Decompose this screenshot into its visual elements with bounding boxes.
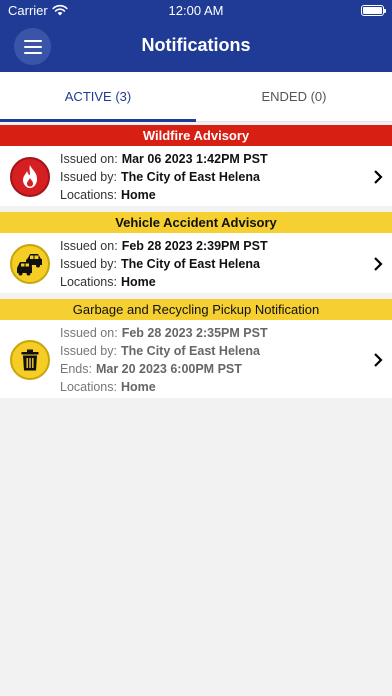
locations-label: Locations:: [60, 275, 117, 289]
car-accident-icon: [10, 244, 50, 284]
tab-active[interactable]: ACTIVE (3): [0, 72, 196, 122]
tab-bar: ACTIVE (3) ENDED (0): [0, 72, 392, 122]
locations-value: Home: [120, 188, 156, 202]
notification-details: Issued on: Feb 28 2023 2:39PM PST Issued …: [60, 237, 364, 291]
issued-on-value: Mar 06 2023 1:42PM PST: [121, 152, 268, 166]
locations-row: Locations: Home: [60, 273, 364, 291]
notification-card-vehicle-accident[interactable]: Vehicle Accident Advisory Issued on: Feb…: [0, 212, 392, 293]
icon-wrap: [0, 157, 60, 197]
trash-can-icon: [10, 340, 50, 380]
issued-by-value: The City of East Helena: [120, 257, 260, 271]
car-accident-glyph: [17, 254, 42, 276]
issued-by-row: Issued by: The City of East Helena: [60, 255, 364, 273]
notification-body: Issued on: Mar 06 2023 1:42PM PST Issued …: [0, 146, 392, 206]
issued-by-value: The City of East Helena: [120, 170, 260, 184]
notification-details: Issued on: Mar 06 2023 1:42PM PST Issued …: [60, 150, 364, 204]
notification-details: Issued on: Feb 28 2023 2:35PM PST Issued …: [60, 324, 364, 396]
issued-on-row: Issued on: Feb 28 2023 2:39PM PST: [60, 237, 364, 255]
battery-icon: [361, 4, 386, 16]
notification-title: Wildfire Advisory: [0, 125, 392, 146]
issued-on-value: Feb 28 2023 2:35PM PST: [121, 326, 268, 340]
issued-on-label: Issued on:: [60, 152, 118, 166]
status-bar: Carrier: [0, 0, 392, 20]
issued-by-label: Issued by:: [60, 257, 117, 271]
ends-value: Mar 20 2023 6:00PM PST: [95, 362, 242, 376]
icon-wrap: [0, 340, 60, 380]
notification-card-garbage-pickup[interactable]: Garbage and Recycling Pickup Notificatio…: [0, 299, 392, 398]
ends-label: Ends:: [60, 362, 92, 376]
notification-title: Garbage and Recycling Pickup Notificatio…: [0, 299, 392, 320]
locations-value: Home: [120, 380, 156, 394]
issued-on-label: Issued on:: [60, 239, 118, 253]
carrier-label: Carrier: [8, 2, 48, 18]
locations-label: Locations:: [60, 188, 117, 202]
issued-by-label: Issued by:: [60, 170, 117, 184]
notification-card-wildfire[interactable]: Wildfire Advisory Issued on: Mar 06 2023 …: [0, 125, 392, 206]
issued-by-value: The City of East Helena: [120, 344, 260, 358]
app-header: Carrier 12:00 AM Notifications: [0, 0, 392, 72]
notification-body: Issued on: Feb 28 2023 2:35PM PST Issued …: [0, 320, 392, 398]
status-right: [361, 4, 386, 16]
fire-icon: [10, 157, 50, 197]
issued-on-label: Issued on:: [60, 326, 118, 340]
issued-by-label: Issued by:: [60, 344, 117, 358]
wifi-icon: [52, 4, 68, 16]
tab-ended[interactable]: ENDED (0): [196, 72, 392, 121]
fire-icon-glyph: [23, 165, 37, 188]
locations-label: Locations:: [60, 380, 117, 394]
notification-list: Wildfire Advisory Issued on: Mar 06 2023 …: [0, 122, 392, 398]
issued-by-row: Issued by: The City of East Helena: [60, 168, 364, 186]
locations-row: Locations: Home: [60, 186, 364, 204]
chevron-right-icon[interactable]: [364, 170, 392, 184]
status-left: Carrier: [8, 3, 68, 18]
page-title: Notifications: [141, 35, 251, 55]
trash-can-glyph: [21, 349, 39, 371]
notification-title: Vehicle Accident Advisory: [0, 212, 392, 233]
issued-by-row: Issued by: The City of East Helena: [60, 342, 364, 360]
icon-wrap: [0, 244, 60, 284]
ends-row: Ends: Mar 20 2023 6:00PM PST: [60, 360, 364, 378]
locations-row: Locations: Home: [60, 378, 364, 396]
notification-body: Issued on: Feb 28 2023 2:39PM PST Issued …: [0, 233, 392, 293]
issued-on-value: Feb 28 2023 2:39PM PST: [121, 239, 268, 253]
chevron-right-icon[interactable]: [364, 353, 392, 367]
locations-value: Home: [120, 275, 156, 289]
issued-on-row: Issued on: Feb 28 2023 2:35PM PST: [60, 324, 364, 342]
chevron-right-icon[interactable]: [364, 257, 392, 271]
issued-on-row: Issued on: Mar 06 2023 1:42PM PST: [60, 150, 364, 168]
